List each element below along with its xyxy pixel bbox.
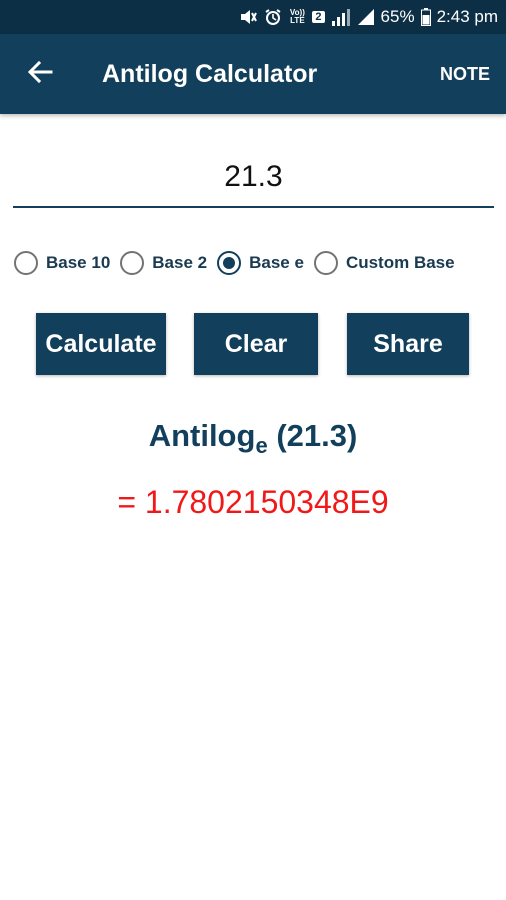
share-button[interactable]: Share: [347, 313, 469, 375]
clear-button[interactable]: Clear: [194, 313, 318, 375]
radio-label: Base e: [249, 253, 304, 272]
radio-circle[interactable]: [14, 251, 38, 275]
result-value: = 1.7802150348E9: [117, 484, 389, 520]
calculate-button[interactable]: Calculate: [36, 313, 166, 375]
app-bar: Antilog Calculator NOTE: [0, 34, 506, 114]
result-formula: Antiloge (21.3): [0, 418, 506, 459]
signal-icon: [331, 8, 351, 26]
base-radio-group: Base 10 Base 2 Base e Custom Base: [14, 248, 455, 278]
result-argument: (21.3): [276, 418, 358, 453]
radio-custom-base[interactable]: Custom Base: [313, 251, 455, 275]
radio-label: Base 10: [46, 253, 111, 272]
radio-circle[interactable]: [313, 251, 338, 275]
back-arrow-icon: [27, 59, 53, 90]
battery-percent: 65%: [380, 7, 415, 26]
sim-badge: 2: [312, 11, 325, 23]
page-title: Antilog Calculator: [102, 60, 318, 88]
result-base: e: [255, 433, 268, 459]
number-input[interactable]: [13, 150, 494, 204]
result-func: Antilog: [148, 418, 256, 453]
clock-time: 2:43 pm: [436, 7, 498, 26]
note-button[interactable]: NOTE: [440, 34, 490, 114]
status-icons: Vo)) LTE 2 65% 2:43 pm: [238, 0, 498, 34]
radio-base-2[interactable]: Base 2: [120, 251, 207, 275]
alarm-icon: [264, 8, 282, 26]
radio-label: Base 2: [152, 253, 208, 272]
mute-vibrate-icon: [238, 7, 258, 27]
status-bar: Vo)) LTE 2 65% 2:43 pm: [0, 0, 506, 34]
battery-icon: [420, 8, 431, 26]
radio-circle[interactable]: [120, 251, 145, 275]
volte-label: Vo)) LTE: [289, 8, 305, 25]
signal-2-icon: [357, 8, 375, 26]
back-button[interactable]: [20, 54, 60, 94]
radio-base-10[interactable]: Base 10: [14, 251, 110, 275]
radio-label: Custom Base: [345, 253, 455, 272]
number-input-field: [13, 150, 494, 208]
radio-circle[interactable]: [217, 251, 242, 275]
radio-base-e[interactable]: Base e: [217, 251, 304, 275]
